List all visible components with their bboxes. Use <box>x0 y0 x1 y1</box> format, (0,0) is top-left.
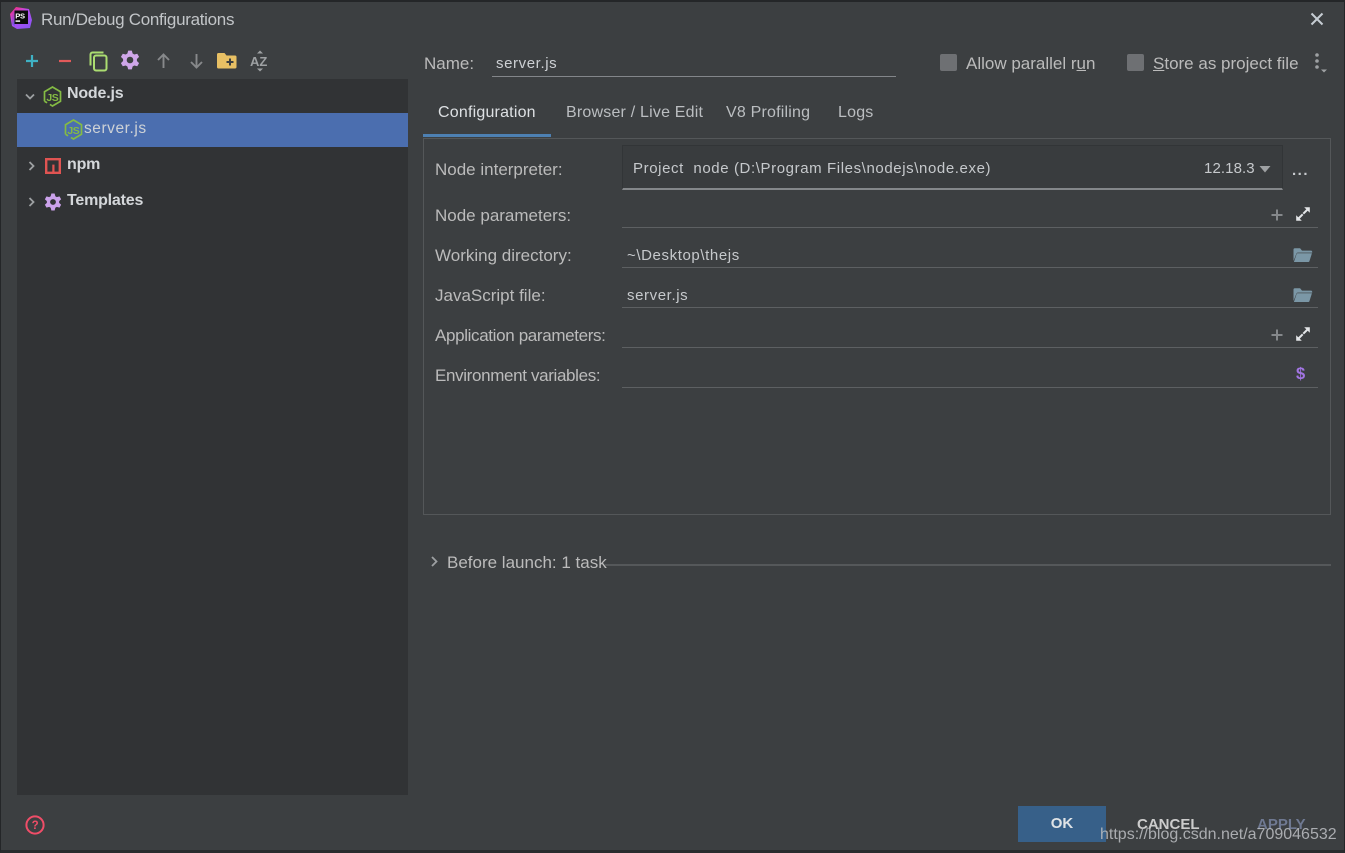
svg-text:?: ? <box>32 820 39 832</box>
svg-text:JS: JS <box>67 125 79 137</box>
svg-text:PS: PS <box>15 11 25 20</box>
svg-text:AZ: AZ <box>250 54 267 69</box>
svg-text:JS: JS <box>46 92 58 104</box>
